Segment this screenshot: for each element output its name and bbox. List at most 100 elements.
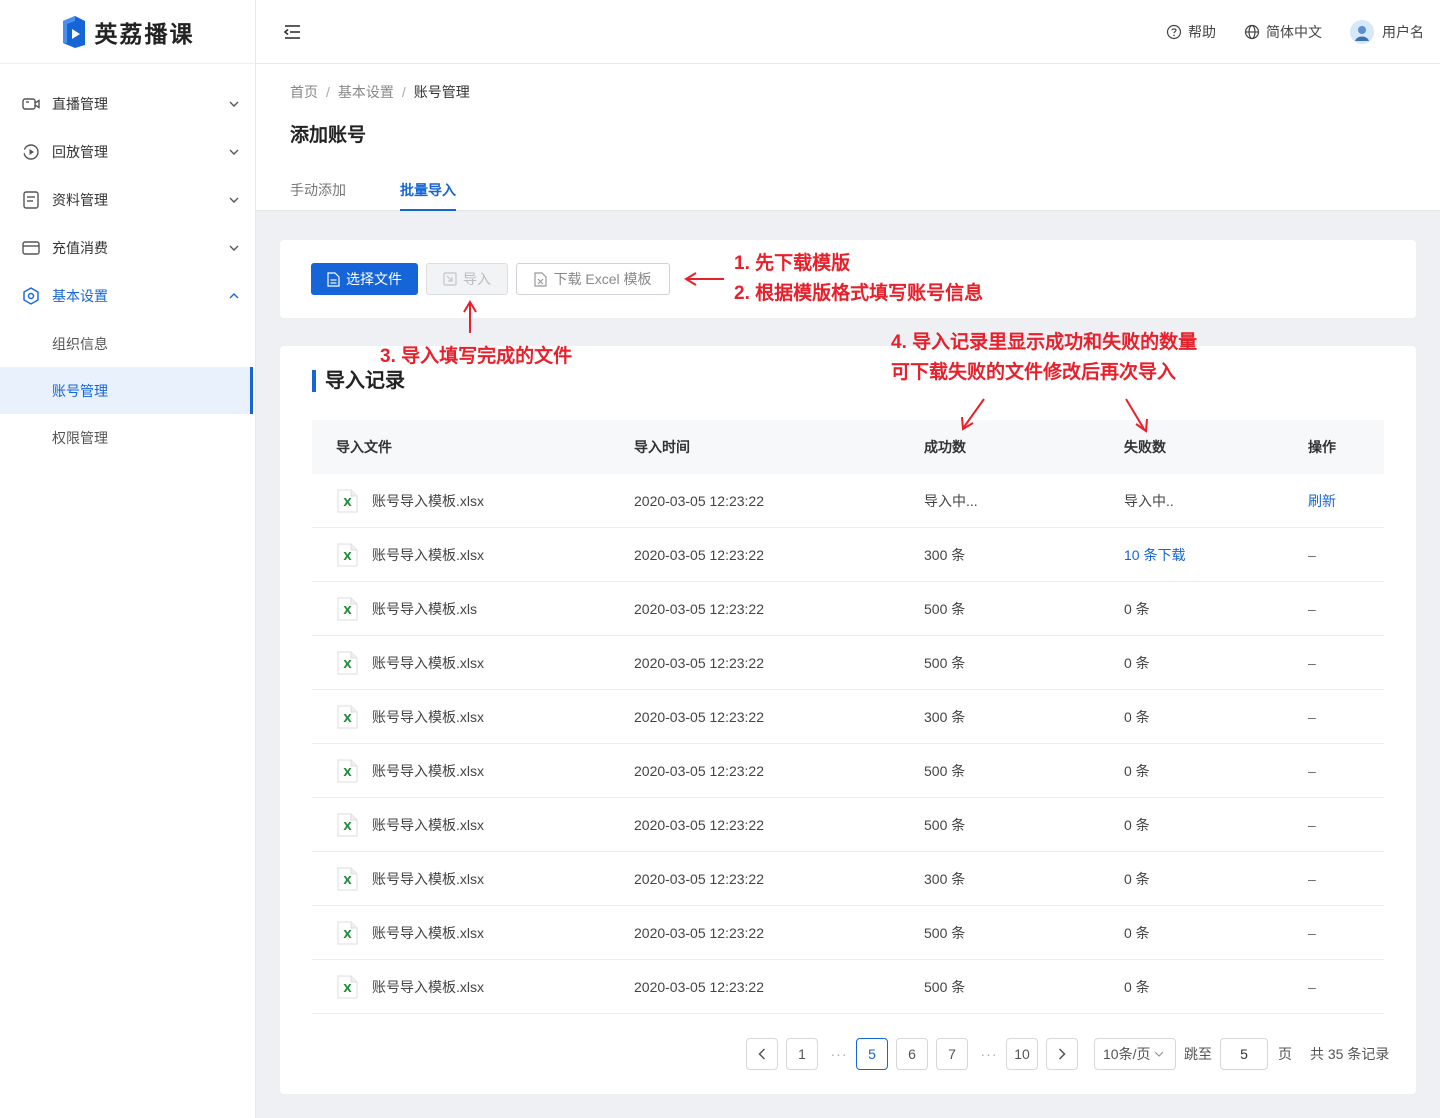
- cell-action: –: [1308, 762, 1316, 779]
- cell-success: 500 条: [924, 600, 966, 617]
- cell-fail: 导入中..: [1124, 492, 1174, 509]
- file-name: 账号导入模板.xlsx: [372, 762, 484, 779]
- table-header: 导入文件 导入时间 成功数 失败数 操作: [312, 420, 1384, 474]
- breadcrumb-separator: /: [326, 84, 330, 100]
- cell-file: X 账号导入模板.xlsx: [312, 921, 610, 945]
- breadcrumb: 首页 / 基本设置 / 账号管理: [290, 82, 470, 102]
- sidebar-item-label: 基本设置: [52, 288, 108, 304]
- pagination: 1 ··· 5 6 7 ··· 10 10条/页 跳至 页 共 35 条记录: [746, 1038, 1389, 1070]
- sidebar-item-settings[interactable]: 基本设置: [0, 272, 255, 320]
- sidebar-subitem-org-info[interactable]: 组织信息: [0, 320, 255, 367]
- username-label: 用户名: [1382, 23, 1424, 40]
- user-menu[interactable]: 用户名: [1350, 19, 1424, 44]
- annotation-step-3: 3. 导入填写完成的文件: [380, 346, 573, 367]
- logo[interactable]: 英荔播课: [0, 0, 255, 64]
- cell-action: –: [1308, 978, 1316, 995]
- sidebar-item-label: 直播管理: [52, 96, 108, 112]
- file-name: 账号导入模板.xlsx: [372, 870, 484, 887]
- cell-fail: 0 条: [1124, 870, 1150, 887]
- cell-fail: 0 条: [1124, 600, 1150, 617]
- app-name: 英荔播课: [94, 20, 195, 47]
- cell-success: 300 条: [924, 546, 966, 563]
- records-table: 导入文件 导入时间 成功数 失败数 操作 X 账号导入模板.xlsx 2020-03…: [312, 420, 1384, 1014]
- file-icon: [327, 271, 340, 287]
- menu-collapse-icon[interactable]: [282, 22, 302, 42]
- cell-success: 导入中...: [924, 492, 978, 509]
- header-actions: 帮助 简体中文 用户名: [1138, 19, 1424, 44]
- pagination-ellipsis[interactable]: ···: [826, 1046, 852, 1062]
- page-button-current[interactable]: 5: [856, 1038, 888, 1070]
- tab-batch-import[interactable]: 批量导入: [400, 180, 456, 211]
- pagination-ellipsis[interactable]: ···: [976, 1046, 1002, 1062]
- tab-bar: 手动添加 批量导入: [290, 180, 510, 211]
- breadcrumb-current: 账号管理: [413, 84, 470, 100]
- cell-success: 500 条: [924, 762, 966, 779]
- page-button[interactable]: 1: [786, 1038, 818, 1070]
- file-name: 账号导入模板.xlsx: [372, 978, 484, 995]
- excel-file-icon: X: [336, 489, 358, 513]
- excel-file-icon: X: [336, 867, 358, 891]
- table-row: X 账号导入模板.xlsx 2020-03-05 12:23:22 导入中... 导入中…: [312, 474, 1384, 528]
- cell-file: X 账号导入模板.xlsx: [312, 975, 610, 999]
- arrow-down-left-icon: [961, 398, 985, 431]
- refresh-link[interactable]: 刷新: [1308, 491, 1384, 511]
- table-row: X 账号导入模板.xlsx 2020-03-05 12:23:22 500 条 0 条 –: [312, 906, 1384, 960]
- sidebar-item-materials[interactable]: 资料管理: [0, 176, 255, 224]
- sidebar-item-label: 资料管理: [52, 192, 108, 208]
- excel-file-icon: X: [336, 813, 358, 837]
- page-button[interactable]: 10: [1006, 1038, 1038, 1070]
- sidebar-item-replay[interactable]: 回放管理: [0, 128, 255, 176]
- chevron-down-icon: [229, 147, 239, 157]
- arrow-up-icon: [463, 300, 477, 333]
- cell-action: –: [1308, 546, 1316, 563]
- cell-file: X 账号导入模板.xlsx: [312, 759, 610, 783]
- sidebar-item-label: 充值消费: [52, 240, 108, 256]
- jump-page-input[interactable]: [1220, 1038, 1268, 1070]
- table-row: X 账号导入模板.xlsx 2020-03-05 12:23:22 300 条 10 条…: [312, 528, 1384, 582]
- sidebar-item-recharge[interactable]: 充值消费: [0, 224, 255, 272]
- cell-time: 2020-03-05 12:23:22: [634, 762, 764, 779]
- svg-text:X: X: [343, 874, 352, 887]
- file-name: 账号导入模板.xls: [372, 600, 477, 617]
- cell-fail: 0 条: [1124, 654, 1150, 671]
- cell-file: X 账号导入模板.xlsx: [312, 543, 610, 567]
- tab-manual-add[interactable]: 手动添加: [290, 180, 346, 211]
- breadcrumb-parent[interactable]: 基本设置: [338, 84, 394, 100]
- svg-text:X: X: [343, 496, 352, 509]
- top-header: 帮助 简体中文 用户名: [256, 0, 1440, 64]
- page-button[interactable]: 6: [896, 1038, 928, 1070]
- choose-file-label: 选择文件: [346, 271, 402, 287]
- download-template-button[interactable]: 下载 Excel 模板: [516, 263, 670, 295]
- page-button[interactable]: 7: [936, 1038, 968, 1070]
- import-button[interactable]: 导入: [426, 263, 508, 295]
- excel-file-icon: [534, 271, 548, 287]
- file-name: 账号导入模板.xlsx: [372, 816, 484, 833]
- language-switch[interactable]: 简体中文: [1244, 22, 1322, 42]
- cell-fail: 0 条: [1124, 924, 1150, 941]
- svg-text:X: X: [343, 982, 352, 995]
- cell-time: 2020-03-05 12:23:22: [634, 654, 764, 671]
- excel-file-icon: X: [336, 759, 358, 783]
- sidebar-subitem-permissions[interactable]: 权限管理: [0, 414, 255, 461]
- table-row: X 账号导入模板.xlsx 2020-03-05 12:23:22 500 条 0 条 –: [312, 960, 1384, 1014]
- file-name: 账号导入模板.xlsx: [372, 708, 484, 725]
- next-page-button[interactable]: [1046, 1038, 1078, 1070]
- prev-page-button[interactable]: [746, 1038, 778, 1070]
- choose-file-button[interactable]: 选择文件: [311, 263, 418, 295]
- chevron-down-icon: [1154, 1051, 1164, 1057]
- cell-time: 2020-03-05 12:23:22: [634, 924, 764, 941]
- failed-download-link[interactable]: 10 条下载: [1100, 545, 1308, 565]
- breadcrumb-home[interactable]: 首页: [290, 84, 318, 100]
- sidebar-item-live[interactable]: 直播管理: [0, 80, 255, 128]
- question-circle-icon: [1166, 24, 1182, 40]
- help-label: 帮助: [1188, 23, 1216, 40]
- cell-time: 2020-03-05 12:23:22: [634, 978, 764, 995]
- annotation-step-1: 1. 先下载模版: [734, 253, 851, 274]
- download-template-label: 下载 Excel 模板: [553, 271, 652, 287]
- page-title: 添加账号: [290, 125, 367, 146]
- page-size-select[interactable]: 10条/页: [1094, 1038, 1176, 1070]
- page-size-value: 10条/页: [1103, 1046, 1151, 1062]
- sidebar-subitem-account-management[interactable]: 账号管理: [0, 367, 253, 414]
- svg-text:X: X: [343, 820, 352, 833]
- help-link[interactable]: 帮助: [1166, 22, 1216, 42]
